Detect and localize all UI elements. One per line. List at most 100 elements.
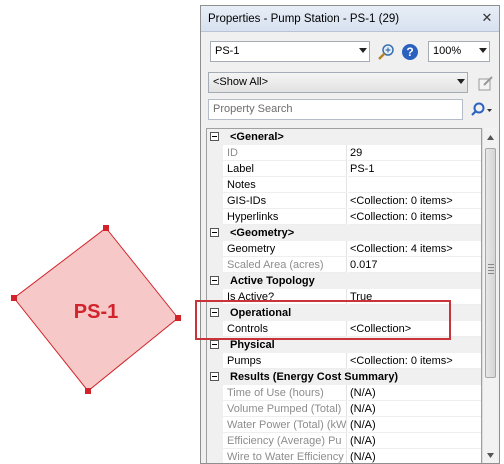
property-row[interactable]: Wire to Water Efficiency (N/A) (207, 449, 481, 463)
close-icon[interactable]: ✕ (479, 10, 495, 26)
property-name: Volume Pumped (Total) (223, 401, 347, 417)
property-value[interactable]: 0.017 (348, 257, 481, 273)
element-select[interactable]: PS-1 (210, 41, 370, 62)
property-row[interactable]: ID 29 (207, 145, 481, 161)
help-icon[interactable]: ? (401, 43, 419, 61)
category-label: Active Topology (230, 275, 315, 287)
vertex-handle[interactable] (103, 225, 109, 231)
vertex-handle[interactable] (85, 388, 91, 394)
row-gutter (207, 209, 223, 225)
category-label: Operational (230, 307, 292, 319)
property-row[interactable]: Is Active? True (207, 289, 481, 305)
category-row[interactable]: <Geometry> (207, 225, 481, 241)
property-row[interactable]: Controls <Collection> (207, 321, 481, 337)
property-grid: <General> ID 29 Label PS-1 Notes GIS-IDs <Colle… (206, 128, 482, 463)
property-value[interactable]: <Collection: 0 items> (348, 209, 481, 225)
row-gutter (207, 193, 223, 209)
drawing-canvas[interactable]: PS-1 (0, 0, 200, 464)
property-name: Scaled Area (acres) (223, 257, 347, 273)
property-row[interactable]: Efficiency (Average) Pu (N/A) (207, 433, 481, 449)
vertex-handle[interactable] (175, 315, 181, 321)
property-row[interactable]: Volume Pumped (Total) (N/A) (207, 401, 481, 417)
property-value[interactable]: (N/A) (348, 385, 481, 401)
category-row[interactable]: Active Topology (207, 273, 481, 289)
category-label: Results (Energy Cost Summary) (230, 371, 399, 383)
scrollbar[interactable] (482, 128, 497, 463)
property-value[interactable]: <Collection: 4 items> (348, 241, 481, 257)
chevron-down-icon (479, 48, 487, 53)
property-value[interactable]: (N/A) (348, 449, 481, 463)
category-label: <General> (230, 131, 284, 143)
category-label: Physical (230, 339, 275, 351)
edit-icon[interactable] (477, 74, 495, 92)
property-row[interactable]: Time of Use (hours) (N/A) (207, 385, 481, 401)
panel-title: Properties - Pump Station - PS-1 (29) ✕ (201, 6, 499, 32)
scroll-up-icon[interactable] (485, 132, 496, 143)
property-value[interactable]: <Collection: 0 items> (348, 353, 481, 369)
property-value[interactable]: True (348, 289, 481, 305)
property-row[interactable]: Notes (207, 177, 481, 193)
category-row[interactable]: Physical (207, 337, 481, 353)
property-row[interactable]: Pumps <Collection: 0 items> (207, 353, 481, 369)
row-gutter (207, 433, 223, 449)
row-gutter (207, 145, 223, 161)
property-value[interactable]: (N/A) (348, 417, 481, 433)
property-filter-select[interactable]: <Show All> (208, 72, 468, 93)
category-row[interactable]: Operational (207, 305, 481, 321)
property-value[interactable]: <Collection: 0 items> (348, 193, 481, 209)
property-row[interactable]: Label PS-1 (207, 161, 481, 177)
row-gutter (207, 289, 223, 305)
row-gutter (207, 177, 223, 193)
search-icon[interactable] (467, 101, 493, 119)
property-name: Water Power (Total) (kW (223, 417, 347, 433)
panel-title-text: Properties - Pump Station - PS-1 (29) (208, 13, 400, 25)
property-name: Label (223, 161, 347, 177)
row-gutter (207, 417, 223, 433)
property-name: Notes (223, 177, 347, 193)
property-value[interactable]: (N/A) (348, 401, 481, 417)
row-gutter (207, 449, 223, 463)
property-name: Time of Use (hours) (223, 385, 347, 401)
property-value[interactable] (348, 177, 481, 193)
collapse-icon[interactable] (210, 276, 219, 285)
chevron-down-icon (457, 79, 465, 84)
property-name: Hyperlinks (223, 209, 347, 225)
property-name: Efficiency (Average) Pu (223, 433, 347, 449)
property-name: Controls (223, 321, 347, 337)
property-row[interactable]: GIS-IDs <Collection: 0 items> (207, 193, 481, 209)
category-row[interactable]: <General> (207, 129, 481, 145)
property-row[interactable]: Geometry <Collection: 4 items> (207, 241, 481, 257)
category-row[interactable]: Results (Energy Cost Summary) (207, 369, 481, 385)
node-label: PS-1 (74, 301, 118, 323)
vertex-handle[interactable] (11, 295, 17, 301)
property-search-input[interactable]: Property Search (208, 99, 463, 120)
property-name: ID (223, 145, 347, 161)
property-row[interactable]: Water Power (Total) (kW (N/A) (207, 417, 481, 433)
scroll-thumb[interactable] (485, 148, 496, 378)
row-gutter (207, 321, 223, 337)
find-element-icon[interactable] (377, 43, 395, 61)
row-gutter (207, 161, 223, 177)
property-name: Wire to Water Efficiency (223, 449, 347, 463)
collapse-icon[interactable] (210, 340, 219, 349)
search-placeholder: Property Search (213, 103, 293, 115)
collapse-icon[interactable] (210, 228, 219, 237)
scroll-down-icon[interactable] (485, 450, 496, 461)
chevron-down-icon (359, 48, 367, 53)
row-gutter (207, 385, 223, 401)
property-row[interactable]: Hyperlinks <Collection: 0 items> (207, 209, 481, 225)
filter-value: <Show All> (213, 76, 269, 88)
collapse-icon[interactable] (210, 372, 219, 381)
property-value[interactable]: (N/A) (348, 433, 481, 449)
element-select-value: PS-1 (215, 45, 240, 57)
property-name: GIS-IDs (223, 193, 347, 209)
property-value[interactable]: PS-1 (348, 161, 481, 177)
collapse-icon[interactable] (210, 132, 219, 141)
property-value[interactable]: <Collection> (348, 321, 481, 337)
zoom-select[interactable]: 100% (428, 41, 490, 62)
collapse-icon[interactable] (210, 308, 219, 317)
property-value[interactable]: 29 (348, 145, 481, 161)
row-gutter (207, 401, 223, 417)
property-row[interactable]: Scaled Area (acres) 0.017 (207, 257, 481, 273)
row-gutter (207, 241, 223, 257)
